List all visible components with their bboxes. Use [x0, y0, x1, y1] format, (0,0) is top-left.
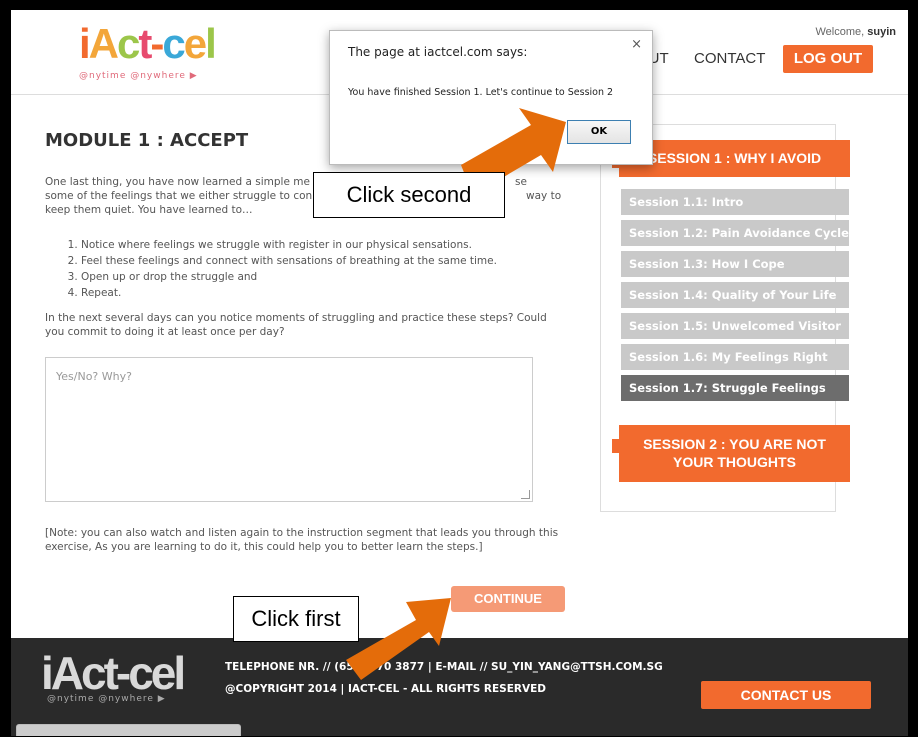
arrow-to-continue-icon — [346, 598, 451, 680]
annotation-arrows — [346, 108, 566, 680]
app-window: iAct-cel @nytime @nywhere ▶ OUT CONTACT … — [11, 10, 908, 736]
callout-click-first: Click first — [233, 596, 359, 642]
callout-click-second: Click second — [313, 172, 505, 218]
